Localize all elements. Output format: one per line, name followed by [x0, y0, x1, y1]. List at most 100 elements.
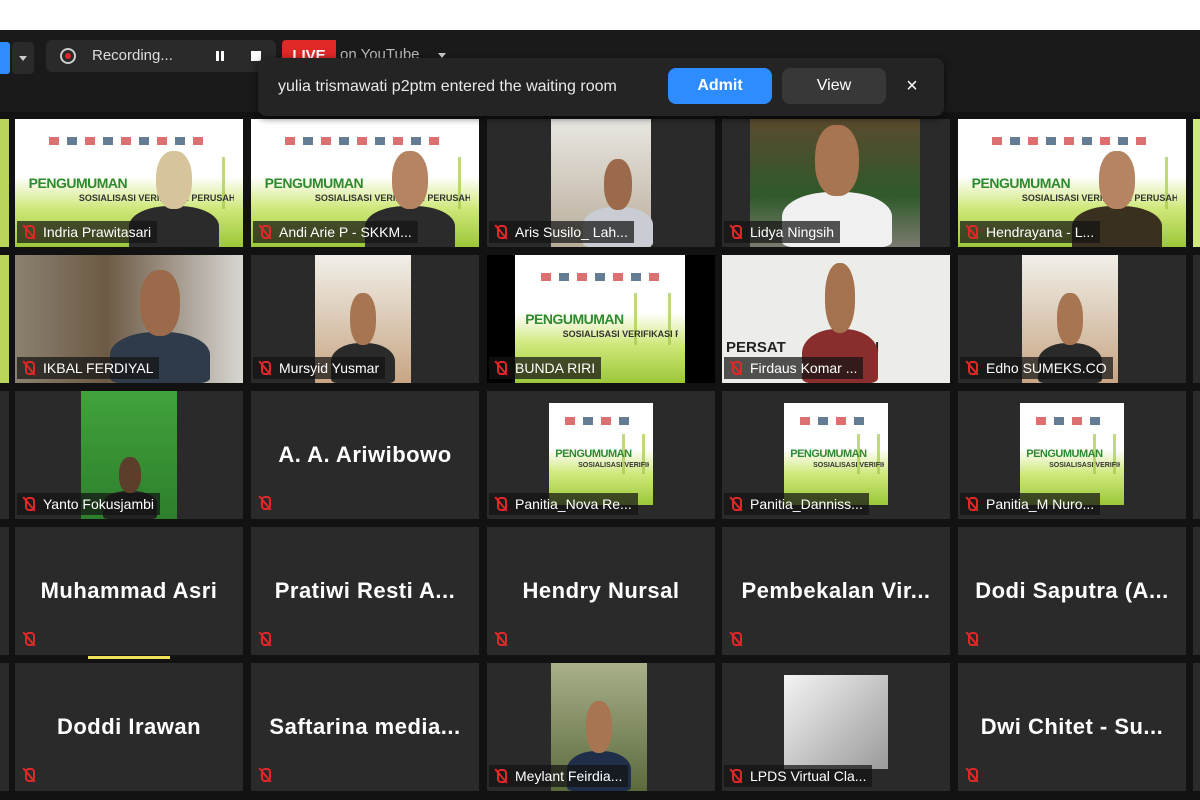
participant-tile[interactable]: Aris Susilo_ Lah... [487, 119, 715, 247]
muted-mic-icon [21, 360, 37, 376]
participant-name: Yanto Fokusjambi [43, 496, 155, 512]
participant-head [156, 151, 192, 209]
participant-tile[interactable]: Doddi Irawan [15, 663, 243, 791]
partial-tile-right [1193, 663, 1200, 791]
participant-name: LPDS Virtual Cla... [750, 768, 867, 784]
participant-name-bar: BUNDA RIRI [489, 357, 602, 379]
partial-tile-left [0, 527, 9, 655]
participant-name-bar: Panitia_Danniss... [724, 493, 869, 515]
participant-name: Aris Susilo_ Lah... [515, 224, 628, 240]
muted-mic-icon [728, 768, 744, 784]
participant-name-bar: Hendrayana - L... [960, 221, 1101, 243]
participant-head [350, 293, 376, 346]
participant-tile[interactable]: PENGUMUMANSOSIALISASI VERIFIKASI PERUSAH… [15, 119, 243, 247]
recording-indicator: Recording... [46, 40, 276, 72]
muted-mic-icon [964, 496, 980, 512]
pause-recording-button[interactable] [206, 40, 234, 72]
participant-head [140, 270, 180, 336]
admit-button[interactable]: Admit [668, 68, 772, 104]
participant-tile[interactable]: Lidya Ningsih [722, 119, 950, 247]
participant-tile[interactable]: PENGUMUMANSOSIALISASI VERIFIKASI PERUSAH… [722, 391, 950, 519]
participant-name: IKBAL FERDIYAL [43, 360, 154, 376]
participant-name: Hendrayana - L... [986, 224, 1095, 240]
poster-title: PENGUMUMAN [525, 311, 624, 328]
participant-name: Panitia_Nova Re... [515, 496, 632, 512]
participant-tile[interactable]: A. A. Ariwibowo [251, 391, 479, 519]
muted-mic-icon [21, 496, 37, 512]
muted-mic-icon [21, 767, 37, 783]
sponsor-logos [799, 417, 873, 426]
participant-name-large: Dwi Chitet - Su... [980, 714, 1164, 739]
participant-tile[interactable]: Meylant Feirdia... [487, 663, 715, 791]
participant-tile[interactable]: Pratiwi Resti A... [251, 527, 479, 655]
participant-tile[interactable]: Edho SUMEKS.CO [958, 255, 1186, 383]
share-screen-button[interactable] [0, 42, 10, 74]
sponsor-logos [540, 272, 660, 281]
participant-name: Meylant Feirdia... [515, 768, 623, 784]
participant-tile[interactable]: PENGUMUMANSOSIALISASI VERIFIKASI PERUSAH… [958, 119, 1186, 247]
poster-title: PENGUMUMAN [28, 175, 128, 192]
poster-subtitle: SOSIALISASI VERIFIKASI PERUSAHAAN PERS [578, 462, 649, 470]
close-icon[interactable]: × [898, 72, 926, 100]
poster-title: PENGUMUMAN [790, 447, 867, 460]
muted-mic-icon [21, 631, 37, 647]
participant-name: Edho SUMEKS.CO [986, 360, 1107, 376]
muted-mic-icon [964, 360, 980, 376]
muted-mic-icon [257, 360, 273, 376]
record-icon [60, 48, 76, 64]
muted-mic-icon [257, 495, 273, 511]
participant-tile[interactable]: Mursyid Yusmar [251, 255, 479, 383]
participant-tile[interactable]: PERSAT RAWANFirdaus Komar ... [722, 255, 950, 383]
conference-poster: PENGUMUMAN SOSIALISASI VERIFIKASI PERUSAH… [784, 403, 888, 505]
participant-tile[interactable]: Yanto Fokusjambi [15, 391, 243, 519]
recording-label: Recording... [92, 47, 173, 64]
participant-tile[interactable]: Hendry Nursal [487, 527, 715, 655]
sponsor-logos [285, 136, 445, 145]
participant-name-large: A. A. Ariwibowo [278, 442, 452, 467]
participant-name-bar: Panitia_Nova Re... [489, 493, 638, 515]
muted-mic-icon [728, 224, 744, 240]
participant-tile[interactable]: PENGUMUMANSOSIALISASI VERIFIKASI PERUSAH… [487, 391, 715, 519]
participant-tile[interactable]: PENGUMUMANSOSIALISASI VERIFIKASI PERUSAH… [487, 255, 715, 383]
participant-name-bar: Andi Arie P - SKKM... [253, 221, 418, 243]
participant-head [1057, 293, 1083, 346]
participant-tile[interactable]: Muhammad Asri [15, 527, 243, 655]
partial-tile-right [1193, 527, 1200, 655]
participant-tile[interactable]: Dwi Chitet - Su... [958, 663, 1186, 791]
muted-mic-icon [964, 767, 980, 783]
partial-tile-left [0, 255, 9, 383]
sponsor-logos [992, 136, 1152, 145]
participant-tile[interactable]: PENGUMUMANSOSIALISASI VERIFIKASI PERUSAH… [958, 391, 1186, 519]
participant-name-large: Saftarina media... [269, 714, 461, 739]
participant-name-bar: Yanto Fokusjambi [17, 493, 161, 515]
sponsor-logos [49, 136, 209, 145]
muted-mic-icon [493, 224, 509, 240]
participant-tile[interactable]: Saftarina media... [251, 663, 479, 791]
participant-tile[interactable]: LPDS Virtual Cla... [722, 663, 950, 791]
partial-tile-left [0, 391, 9, 519]
waiting-room-notification: yulia trismawati p2ptm entered the waiti… [258, 58, 944, 116]
view-button[interactable]: View [782, 68, 886, 104]
poster-subtitle: SOSIALISASI VERIFIKASI PERUSAHAAN PERS [562, 329, 679, 340]
participant-name-bar: LPDS Virtual Cla... [724, 765, 873, 787]
muted-mic-icon [964, 631, 980, 647]
participant-tile[interactable]: Dodi Saputra (A... [958, 527, 1186, 655]
poster-title: PENGUMUMAN [971, 175, 1071, 192]
participant-tile[interactable]: IKBAL FERDIYAL [15, 255, 243, 383]
participant-tile[interactable]: Pembekalan Vir... [722, 527, 950, 655]
video-feed [784, 675, 888, 769]
top-edge [0, 0, 1200, 30]
speaking-indicator [88, 656, 170, 659]
participant-tile[interactable]: PENGUMUMANSOSIALISASI VERIFIKASI PERUSAH… [251, 119, 479, 247]
muted-mic-icon [493, 360, 509, 376]
muted-mic-icon [257, 767, 273, 783]
participant-head [815, 125, 859, 196]
chevron-down-icon[interactable] [12, 42, 34, 74]
participant-name-bar: Firdaus Komar ... [724, 357, 864, 379]
poster-subtitle: SOSIALISASI VERIFIKASI PERUSAHAAN PERS [1021, 193, 1177, 204]
participant-name: BUNDA RIRI [515, 360, 596, 376]
muted-mic-icon [493, 768, 509, 784]
sponsor-logos [564, 417, 638, 426]
participant-head [604, 159, 632, 211]
poster-subtitle: SOSIALISASI VERIFIKASI PERUSAHAAN PERS [314, 193, 470, 204]
